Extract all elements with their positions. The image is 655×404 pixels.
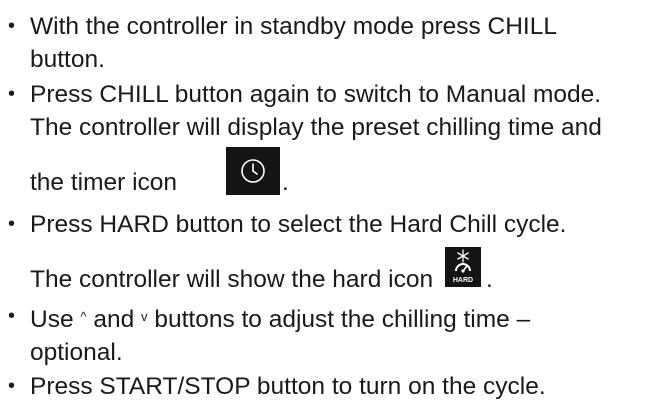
hard-chill-icon: HARD (445, 247, 481, 287)
bullet: • (8, 83, 16, 105)
step-4-rest-text: buttons to adjust the chilling time – (154, 306, 531, 333)
step-3-line-2: The controller will show the hard icon H (30, 241, 567, 301)
step-2-line-2: The controller will display the preset c… (30, 114, 602, 141)
bullet: • (8, 213, 16, 235)
bullet: • (8, 375, 16, 397)
list-item: • With the controller in standby mode pr… (0, 10, 557, 76)
timer-icon (226, 147, 280, 195)
up-arrow-icon: ^ (80, 309, 87, 324)
step-3-line-1: Press HARD button to select the Hard Chi… (30, 211, 567, 238)
bullet: • (8, 15, 16, 37)
step-3-line-2-end: . (486, 266, 493, 293)
step-4-use-text: Use (30, 306, 74, 333)
step-1-line-1: With the controller in standby mode pres… (30, 13, 557, 40)
hard-icon-label: HARD (453, 277, 473, 284)
list-item: • Press START/STOP button to turn on the… (0, 370, 546, 403)
list-item: • Use ^ and v buttons to adjust the chil… (0, 300, 530, 369)
step-3-line-2-text: The controller will show the hard icon (30, 266, 434, 293)
step-4-line-1: Use ^ and v buttons to adjust the chilli… (30, 300, 530, 336)
step-2-line-3-text: the timer icon (30, 169, 178, 196)
step-2-line-3-end: . (282, 169, 289, 196)
list-item: • Press HARD button to select the Hard C… (0, 208, 567, 301)
step-1-line-2: button. (30, 46, 105, 73)
list-item: • Press CHILL button again to switch to … (0, 78, 602, 204)
bullet: • (8, 305, 16, 327)
step-2-line-3: the timer icon . (30, 144, 602, 204)
step-5-line-1: Press START/STOP button to turn on the c… (30, 373, 546, 400)
down-arrow-icon: v (141, 309, 148, 324)
step-2-line-1: Press CHILL button again to switch to Ma… (30, 81, 602, 108)
step-4-line-2: optional. (30, 339, 123, 366)
step-4-and-text: and (93, 306, 135, 333)
